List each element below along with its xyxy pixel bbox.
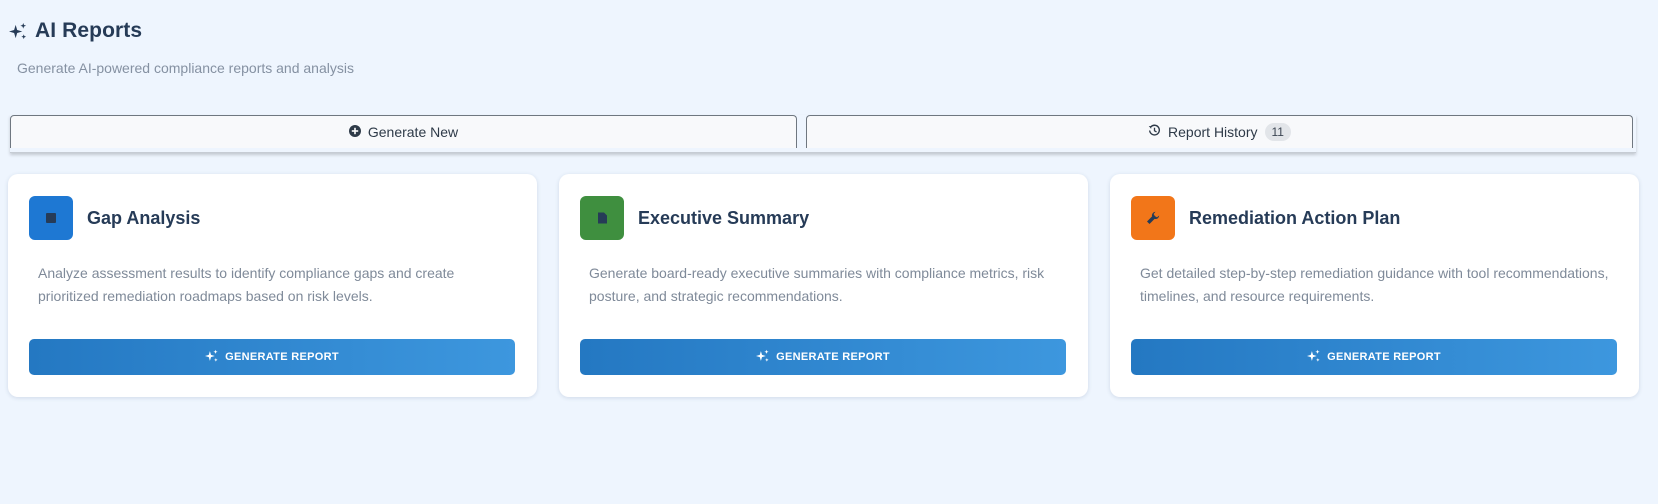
generate-gap-analysis-button[interactable]: GENERATE REPORT [29, 339, 515, 375]
card-title: Remediation Action Plan [1189, 207, 1401, 228]
wrench-icon [1131, 196, 1175, 240]
tab-generate-new[interactable]: Generate New [10, 115, 797, 148]
page-header: AI Reports [9, 19, 142, 43]
report-cards: Gap Analysis Analyze assessment results … [8, 174, 1639, 397]
sparkles-icon [756, 349, 770, 366]
sparkles-icon [9, 22, 28, 41]
report-tabs: Generate New Report History 11 [10, 115, 1636, 153]
page-title: AI Reports [35, 19, 143, 42]
card-description: Analyze assessment results to identify c… [38, 265, 455, 304]
button-label: GENERATE REPORT [225, 351, 339, 363]
document-icon [580, 196, 624, 240]
page-subtitle: Generate AI-powered compliance reports a… [17, 60, 354, 76]
sparkles-icon [1307, 349, 1321, 366]
generate-remediation-plan-button[interactable]: GENERATE REPORT [1131, 339, 1617, 375]
button-label: GENERATE REPORT [1327, 351, 1441, 363]
history-icon [1148, 124, 1161, 140]
chart-icon [29, 196, 73, 240]
history-count-badge: 11 [1264, 123, 1291, 141]
card-title: Gap Analysis [87, 207, 201, 228]
tab-report-history[interactable]: Report History 11 [806, 115, 1633, 148]
card-gap-analysis: Gap Analysis Analyze assessment results … [8, 174, 537, 397]
plus-circle-icon [348, 124, 361, 140]
button-label: GENERATE REPORT [776, 351, 890, 363]
generate-executive-summary-button[interactable]: GENERATE REPORT [580, 339, 1066, 375]
card-description: Get detailed step-by-step remediation gu… [1140, 265, 1609, 304]
card-title: Executive Summary [638, 207, 810, 228]
tab-label: Report History [1168, 124, 1258, 140]
card-executive-summary: Executive Summary Generate board-ready e… [559, 174, 1088, 397]
sparkles-icon [205, 349, 219, 366]
tab-label: Generate New [367, 124, 459, 140]
ai-reports-page: AI Reports Generate AI-powered complianc… [0, 0, 1658, 504]
card-remediation-action-plan: Remediation Action Plan Get detailed ste… [1110, 174, 1639, 397]
card-description: Generate board-ready executive summaries… [589, 265, 1045, 304]
